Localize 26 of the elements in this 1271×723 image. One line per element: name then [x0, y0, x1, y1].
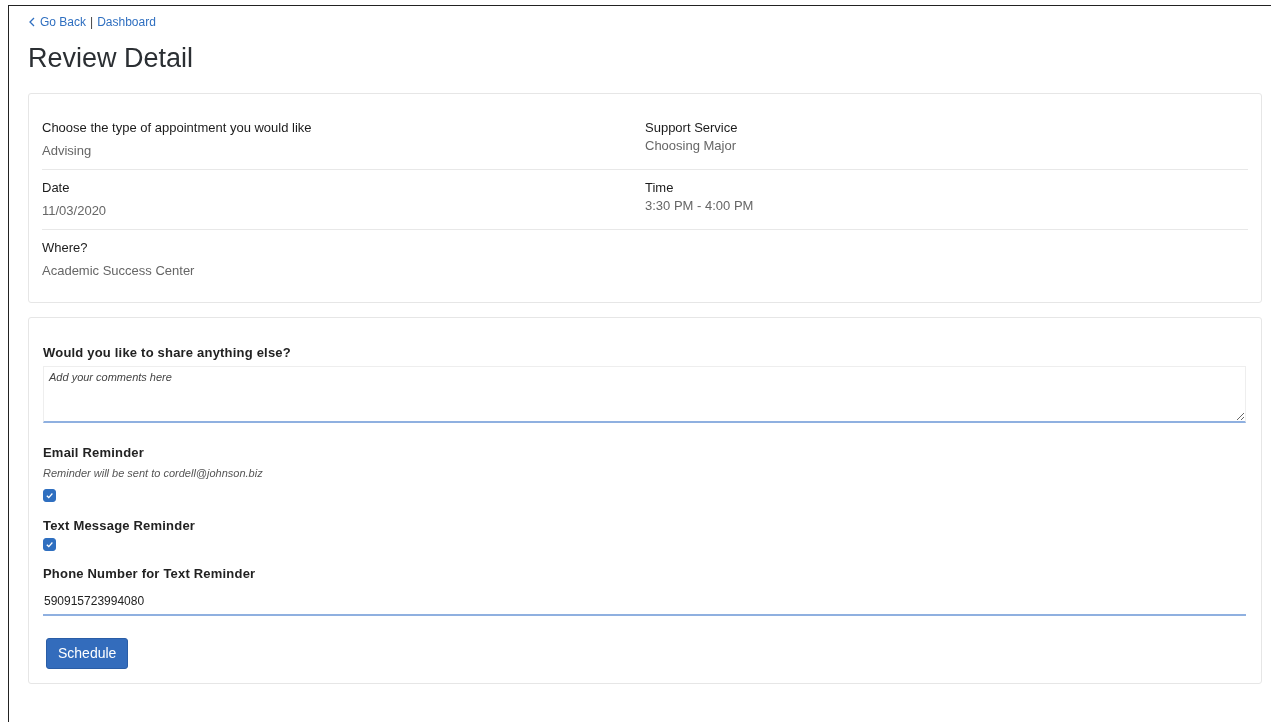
checkbox[interactable] — [43, 538, 56, 551]
detail-label: Date — [42, 180, 71, 195]
detail-value: 3:30 PM - 4:00 PM — [645, 198, 755, 213]
field-label: Text Message Reminder — [43, 518, 197, 533]
detail-value: Academic Success Center — [42, 263, 196, 278]
field-label: Email Reminder — [43, 445, 146, 460]
go-back-link[interactable]: Go Back — [40, 15, 87, 29]
detail-label: Choose the type of appointment you would like — [42, 120, 313, 135]
detail-label: Support Service — [645, 120, 739, 135]
detail-value: Choosing Major — [645, 138, 738, 153]
field-label: Would you like to share anything else? — [43, 345, 292, 360]
page-title: Review Detail — [28, 43, 195, 74]
detail-value: Advising — [42, 143, 93, 158]
detail-label: Where? — [42, 240, 89, 255]
dashboard-link[interactable]: Dashboard — [97, 15, 156, 29]
field-label: Phone Number for Text Reminder — [43, 566, 257, 581]
back-chevron-icon[interactable] — [28, 17, 36, 27]
detail-label: Time — [645, 180, 675, 195]
schedule-button[interactable]: Schedule — [46, 638, 129, 669]
checkbox[interactable] — [43, 489, 56, 502]
comments-field[interactable]: Add your comments here — [43, 366, 1246, 423]
detail-value: 11/03/2020 — [42, 203, 108, 218]
checkmark-icon — [45, 491, 54, 500]
breadcrumb-separator: | — [90, 15, 94, 29]
checkmark-icon — [45, 540, 54, 549]
reminder-note: Reminder will be sent to cordell@johnson.biz — [43, 467, 264, 479]
